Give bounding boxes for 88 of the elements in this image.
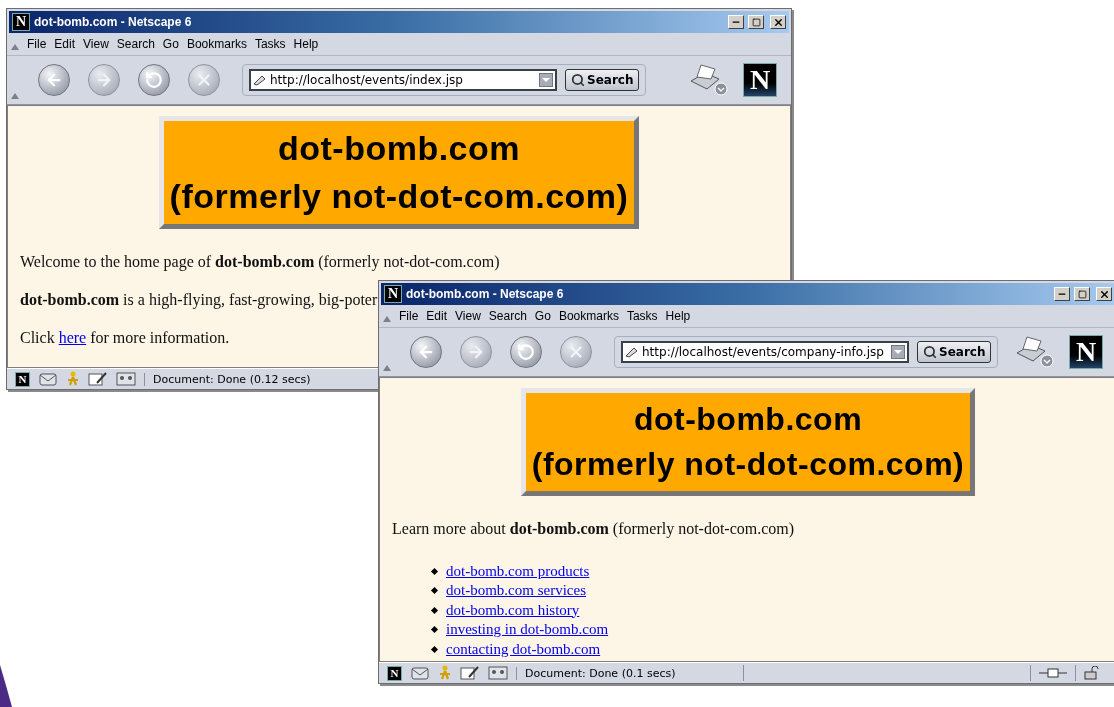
status-text: Document: Done (0.1 secs) xyxy=(516,666,735,680)
list-link[interactable]: dot-bomb.com products xyxy=(446,561,590,582)
menu-item[interactable]: View xyxy=(79,37,113,51)
dropdown-icon[interactable] xyxy=(539,73,553,87)
bullet-icon xyxy=(430,587,439,595)
reload-button[interactable] xyxy=(138,64,170,96)
close-icon xyxy=(1098,288,1110,300)
stop-arrow-icon xyxy=(567,343,585,361)
list-link[interactable]: dot-bomb.com history xyxy=(446,600,580,621)
mail-icon[interactable] xyxy=(410,665,430,681)
list-link[interactable]: investing in dot-bomb.com xyxy=(446,620,609,640)
maximize-icon xyxy=(1077,289,1087,299)
lock-icon[interactable] xyxy=(1084,666,1100,680)
connection-icon[interactable] xyxy=(1039,667,1067,679)
stop-arrow-icon xyxy=(195,71,213,89)
search-icon xyxy=(571,73,585,87)
window-title: dot-bomb.com - Netscape 6 xyxy=(34,15,193,29)
page-icon xyxy=(253,74,267,86)
reload-button[interactable] xyxy=(510,336,542,368)
netscape-logo-icon[interactable]: N xyxy=(743,63,777,97)
netscape-logo-icon[interactable]: N xyxy=(1069,335,1103,369)
reload-arrow-icon xyxy=(517,343,535,361)
grippy-icon[interactable] xyxy=(382,364,392,372)
link[interactable]: here xyxy=(58,329,87,347)
close-button[interactable] xyxy=(1096,287,1112,301)
window-title: dot-bomb.com - Netscape 6 xyxy=(406,287,565,301)
menu-item[interactable]: Bookmarks xyxy=(182,37,251,51)
paragraph: Welcome to the home page of dot-bomb.com (formerly not-dot-com.com) xyxy=(20,252,500,273)
banner-heading: (formerly not-dot-com.com) xyxy=(169,175,629,217)
close-button[interactable] xyxy=(770,15,786,29)
banner-heading: (formerly not-dot-com.com) xyxy=(531,444,965,484)
app-logo-icon: N xyxy=(12,13,30,31)
close-icon xyxy=(772,16,784,28)
maximize-button[interactable] xyxy=(1074,287,1090,301)
menu-item[interactable]: Search xyxy=(484,309,531,323)
forward-arrow-icon xyxy=(467,343,485,361)
navigator-icon[interactable]: N xyxy=(15,371,30,387)
bullet-icon xyxy=(430,626,439,634)
compose-icon[interactable] xyxy=(88,371,108,387)
paragraph: dot-bomb.com is a high-flying, fast-growing, big-poter xyxy=(20,290,378,311)
grippy-icon[interactable] xyxy=(10,92,20,100)
paragraph: Click here for more information. xyxy=(20,328,230,349)
back-button[interactable] xyxy=(410,336,442,368)
desktop-swoosh-drawing xyxy=(0,665,14,707)
status-text: Document: Done (0.12 secs) xyxy=(144,372,363,386)
navigator-icon[interactable]: N xyxy=(387,665,402,681)
menu-item[interactable]: Edit xyxy=(422,309,452,323)
search-button[interactable]: Search xyxy=(565,69,640,91)
url-field[interactable]: http://localhost/events/index.jsp xyxy=(249,69,557,91)
paragraph: Learn more about dot-bomb.com (formerly not-dot-com.com) xyxy=(392,518,795,540)
menu-item[interactable]: Search xyxy=(112,37,159,51)
menu-item[interactable]: Go xyxy=(530,309,555,323)
menu-item[interactable]: Bookmarks xyxy=(554,309,623,323)
menu-item[interactable]: Go xyxy=(158,37,183,51)
list-link[interactable]: contacting dot-bomb.com xyxy=(446,639,601,660)
menu-item[interactable]: Help xyxy=(289,37,323,51)
maximize-icon xyxy=(751,17,761,27)
list-link[interactable]: dot-bomb.com services xyxy=(446,581,586,601)
bullet-icon xyxy=(430,567,439,575)
search-icon xyxy=(923,345,937,359)
menu-item[interactable]: Tasks xyxy=(250,37,290,51)
menu-item[interactable]: File xyxy=(395,309,423,323)
banner-heading: dot-bomb.com xyxy=(633,400,863,439)
search-button[interactable]: Search xyxy=(917,341,992,363)
address-book-icon[interactable] xyxy=(488,665,508,681)
app-logo-icon: N xyxy=(384,285,402,303)
grippy-icon[interactable] xyxy=(10,43,20,51)
bullet-icon xyxy=(430,606,439,614)
reload-arrow-icon xyxy=(145,71,163,89)
forward-arrow-icon xyxy=(95,71,113,89)
menu-item[interactable]: Tasks xyxy=(622,309,662,323)
minimize-button[interactable] xyxy=(728,15,744,29)
address-book-icon[interactable] xyxy=(116,371,136,387)
minimize-button[interactable] xyxy=(1054,287,1070,301)
back-button[interactable] xyxy=(38,64,70,96)
mail-icon[interactable] xyxy=(38,371,58,387)
menu-item[interactable]: Edit xyxy=(50,37,80,51)
grippy-icon[interactable] xyxy=(382,315,392,323)
maximize-button[interactable] xyxy=(748,15,764,29)
banner-heading: dot-bomb.com xyxy=(277,128,521,169)
page-icon xyxy=(625,346,639,358)
dropdown-icon[interactable] xyxy=(891,345,905,359)
menu-item[interactable]: File xyxy=(23,37,51,51)
menu-item[interactable]: View xyxy=(451,309,485,323)
menu-item[interactable]: Help xyxy=(661,309,695,323)
compose-icon[interactable] xyxy=(460,665,480,681)
url-field[interactable]: http://localhost/events/company-info.jsp xyxy=(621,341,909,363)
bullet-icon xyxy=(430,645,439,653)
